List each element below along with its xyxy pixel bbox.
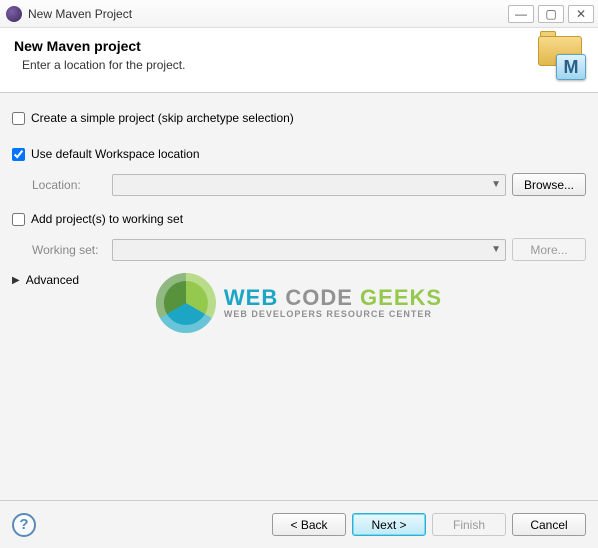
cancel-button[interactable]: Cancel xyxy=(512,513,586,536)
browse-button[interactable]: Browse... xyxy=(512,173,586,196)
default-workspace-checkbox[interactable] xyxy=(12,148,25,161)
watermark-word-2: CODE xyxy=(285,285,353,310)
working-set-label: Add project(s) to working set xyxy=(31,212,183,226)
wizard-footer: ? < Back Next > Finish Cancel xyxy=(0,500,598,548)
close-button[interactable]: ✕ xyxy=(568,5,594,23)
more-button[interactable]: More... xyxy=(512,238,586,261)
watermark-word-1: WEB xyxy=(224,285,278,310)
maximize-button[interactable]: ▢ xyxy=(538,5,564,23)
window-title: New Maven Project xyxy=(28,7,504,21)
advanced-expander[interactable]: ▶ Advanced xyxy=(12,273,586,287)
help-icon[interactable]: ? xyxy=(12,513,36,537)
finish-button[interactable]: Finish xyxy=(432,513,506,536)
working-set-combo[interactable]: ▼ xyxy=(112,239,506,261)
simple-project-row[interactable]: Create a simple project (skip archetype … xyxy=(12,107,586,129)
back-button[interactable]: < Back xyxy=(272,513,346,536)
working-set-field-label: Working set: xyxy=(32,243,112,257)
page-title: New Maven project xyxy=(14,38,526,54)
watermark-word-3: GEEKS xyxy=(360,285,442,310)
watermark-tagline: WEB DEVELOPERS RESOURCE CENTER xyxy=(224,309,442,319)
simple-project-checkbox[interactable] xyxy=(12,112,25,125)
chevron-right-icon: ▶ xyxy=(12,275,20,286)
wizard-header: New Maven project Enter a location for t… xyxy=(0,28,598,93)
location-label: Location: xyxy=(32,178,112,192)
default-workspace-label: Use default Workspace location xyxy=(31,147,200,161)
titlebar: New Maven Project — ▢ ✕ xyxy=(0,0,598,28)
minimize-button[interactable]: — xyxy=(508,5,534,23)
advanced-label: Advanced xyxy=(26,273,79,287)
default-workspace-row[interactable]: Use default Workspace location xyxy=(12,143,586,165)
location-combo[interactable]: ▼ xyxy=(112,174,506,196)
working-set-checkbox[interactable] xyxy=(12,213,25,226)
working-set-row[interactable]: Add project(s) to working set xyxy=(12,208,586,230)
page-subtitle: Enter a location for the project. xyxy=(22,58,526,72)
simple-project-label: Create a simple project (skip archetype … xyxy=(31,111,294,125)
location-row: Location: ▼ Browse... xyxy=(12,173,586,196)
chevron-down-icon: ▼ xyxy=(491,244,501,255)
chevron-down-icon: ▼ xyxy=(491,179,501,190)
next-button[interactable]: Next > xyxy=(352,513,426,536)
eclipse-icon xyxy=(6,6,22,22)
working-set-field-row: Working set: ▼ More... xyxy=(12,238,586,261)
maven-folder-icon: M xyxy=(536,36,584,78)
wizard-content: Create a simple project (skip archetype … xyxy=(0,93,598,500)
